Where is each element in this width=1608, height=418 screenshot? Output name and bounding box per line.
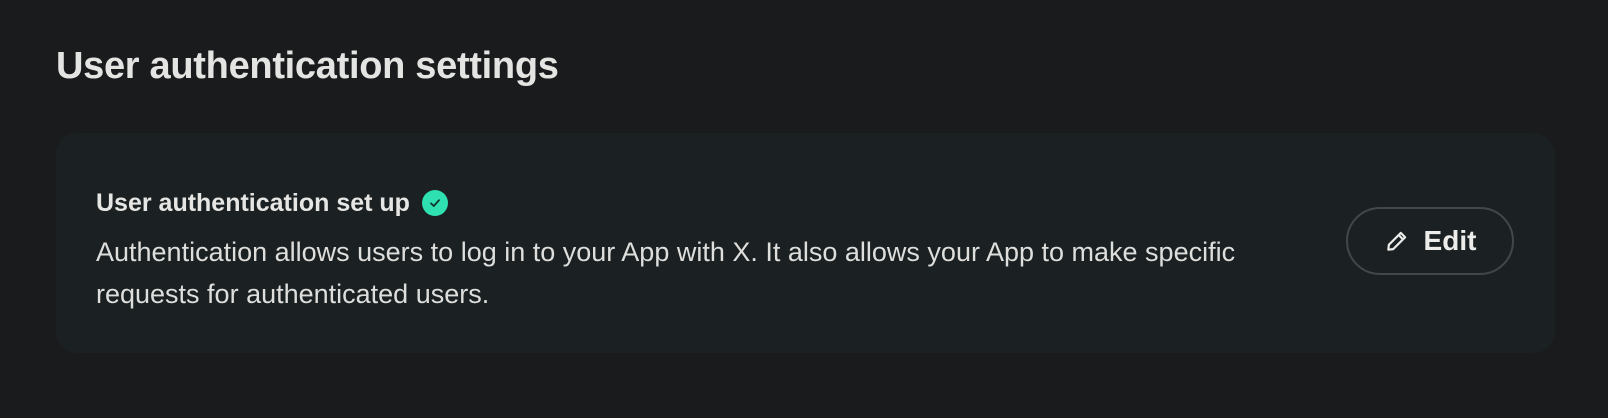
check-circle-icon	[421, 190, 448, 216]
card-description: Authentication allows users to log in to…	[96, 237, 1236, 309]
section-title: User authentication settings	[56, 45, 559, 87]
card-heading: User authentication set up	[96, 188, 448, 218]
edit-button-label: Edit	[1423, 225, 1477, 256]
pencil-icon	[1384, 228, 1410, 254]
user-auth-card: User authentication set up Authenticatio…	[56, 133, 1555, 353]
edit-button[interactable]: Edit	[1346, 207, 1514, 275]
card-title: User authentication set up	[96, 189, 410, 217]
